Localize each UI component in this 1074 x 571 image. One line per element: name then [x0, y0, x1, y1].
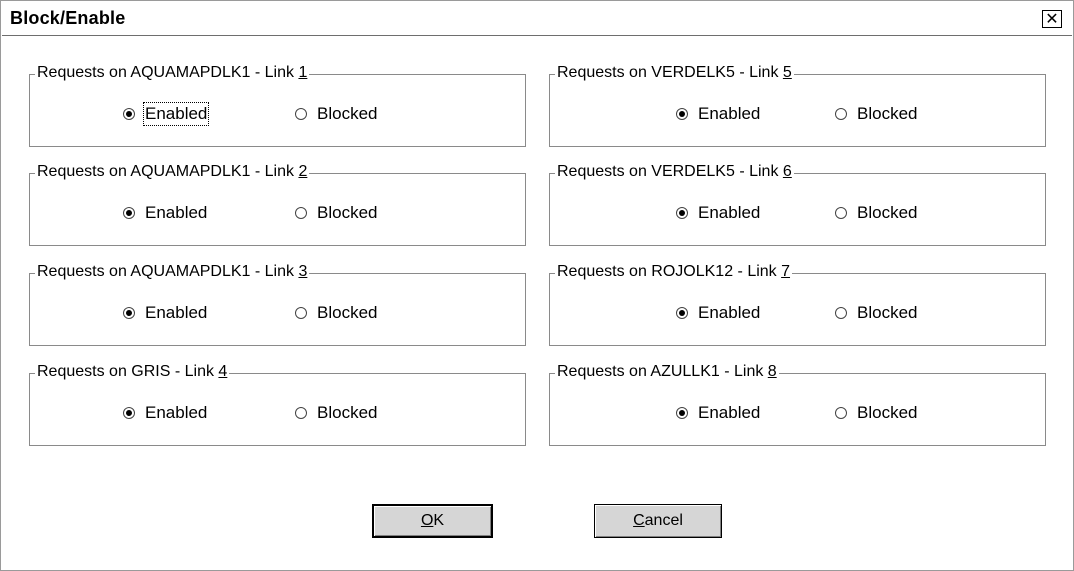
cancel-button[interactable]: Cancel	[594, 504, 722, 538]
enabled-radio[interactable]: Enabled	[123, 203, 207, 223]
radio-button-icon[interactable]	[835, 407, 847, 419]
group-frame	[549, 173, 1046, 246]
group-legend-text: Requests on AQUAMAPDLK1 - Link	[37, 64, 299, 81]
radio-button-icon[interactable]	[295, 307, 307, 319]
group-frame	[29, 373, 526, 446]
group-legend-text: Requests on AZULLK1 - Link	[557, 363, 768, 380]
link-group-6: Requests on VERDELK5 - Link 6 Enabled Bloc…	[549, 163, 1046, 246]
group-frame	[29, 273, 526, 346]
group-legend: Requests on AQUAMAPDLK1 - Link 3	[35, 263, 310, 281]
group-legend: Requests on AQUAMAPDLK1 - Link 1	[35, 64, 310, 82]
enabled-label: Enabled	[698, 203, 761, 222]
blocked-label: Blocked	[317, 203, 378, 222]
blocked-radio[interactable]: Blocked	[295, 303, 377, 323]
group-legend-text: Requests on AQUAMAPDLK1 - Link	[37, 263, 299, 280]
blocked-label: Blocked	[317, 303, 378, 322]
blocked-label: Blocked	[857, 403, 918, 422]
blocked-radio[interactable]: Blocked	[295, 403, 377, 423]
radio-button-icon[interactable]	[123, 307, 135, 319]
blocked-radio[interactable]: Blocked	[835, 203, 917, 223]
group-legend-text: Requests on ROJOLK12 - Link	[557, 263, 782, 280]
link-group-2: Requests on AQUAMAPDLK1 - Link 2 Enabled B…	[29, 163, 526, 246]
link-number: 4	[218, 363, 228, 380]
close-button[interactable]: ✕	[1042, 10, 1062, 28]
radio-button-icon[interactable]	[835, 108, 847, 120]
radio-button-icon[interactable]	[835, 307, 847, 319]
link-number: 3	[298, 263, 308, 280]
enabled-radio[interactable]: Enabled	[123, 102, 210, 126]
radio-button-icon[interactable]	[123, 407, 135, 419]
blocked-radio[interactable]: Blocked	[295, 104, 377, 124]
group-legend-text: Requests on GRIS - Link	[37, 363, 219, 380]
radio-button-icon[interactable]	[676, 207, 688, 219]
link-group-1: Requests on AQUAMAPDLK1 - Link 1 Enabled B…	[29, 64, 526, 147]
blocked-label: Blocked	[317, 403, 378, 422]
enabled-label: Enabled	[145, 403, 208, 422]
enabled-radio[interactable]: Enabled	[676, 104, 760, 124]
enabled-label: Enabled	[698, 303, 761, 322]
link-number: 6	[782, 163, 792, 180]
dialog-title: Block/Enable	[10, 8, 126, 28]
link-number: 2	[298, 163, 308, 180]
enabled-label: Enabled	[145, 203, 208, 222]
link-group-4: Requests on GRIS - Link 4 Enabled Blocked	[29, 363, 526, 446]
link-group-8: Requests on AZULLK1 - Link 8 Enabled Block…	[549, 363, 1046, 446]
close-icon: ✕	[1045, 9, 1059, 28]
enabled-radio[interactable]: Enabled	[676, 203, 760, 223]
radio-button-icon[interactable]	[123, 207, 135, 219]
enabled-label: Enabled	[698, 104, 761, 123]
radio-button-icon[interactable]	[676, 307, 688, 319]
group-legend: Requests on VERDELK5 - Link 6	[555, 163, 794, 181]
group-frame	[549, 273, 1046, 346]
radio-button-icon[interactable]	[835, 207, 847, 219]
enabled-radio[interactable]: Enabled	[123, 403, 207, 423]
enabled-label: Enabled	[145, 303, 208, 322]
group-frame	[549, 74, 1046, 147]
link-number: 7	[781, 263, 791, 280]
blocked-label: Blocked	[857, 104, 918, 123]
enabled-label: Enabled	[142, 102, 210, 126]
radio-button-icon[interactable]	[123, 108, 135, 120]
ok-button[interactable]: OK	[372, 504, 493, 538]
group-legend: Requests on GRIS - Link 4	[35, 363, 230, 381]
ok-mnemonic: O	[420, 512, 434, 529]
group-legend: Requests on AQUAMAPDLK1 - Link 2	[35, 163, 310, 181]
cancel-label-rest: ancel	[644, 512, 683, 529]
link-number: 8	[767, 363, 777, 380]
radio-button-icon[interactable]	[295, 407, 307, 419]
radio-button-icon[interactable]	[295, 207, 307, 219]
group-frame	[29, 173, 526, 246]
block-enable-dialog: Block/Enable ✕ Requests on AQUAMAPDLK1 -…	[0, 0, 1074, 571]
title-bar[interactable]: Block/Enable ✕	[2, 2, 1072, 36]
group-legend-text: Requests on VERDELK5 - Link	[557, 163, 783, 180]
enabled-radio[interactable]: Enabled	[676, 403, 760, 423]
cancel-mnemonic: C	[633, 512, 645, 529]
blocked-label: Blocked	[317, 104, 378, 123]
blocked-radio[interactable]: Blocked	[835, 403, 917, 423]
group-legend: Requests on AZULLK1 - Link 8	[555, 363, 779, 381]
link-number: 5	[782, 64, 792, 81]
radio-button-icon[interactable]	[295, 108, 307, 120]
group-frame	[549, 373, 1046, 446]
enabled-radio[interactable]: Enabled	[123, 303, 207, 323]
group-legend-text: Requests on AQUAMAPDLK1 - Link	[37, 163, 299, 180]
link-group-7: Requests on ROJOLK12 - Link 7 Enabled Bloc…	[549, 263, 1046, 346]
blocked-radio[interactable]: Blocked	[295, 203, 377, 223]
blocked-label: Blocked	[857, 303, 918, 322]
group-frame	[29, 74, 526, 147]
blocked-label: Blocked	[857, 203, 918, 222]
group-legend: Requests on ROJOLK12 - Link 7	[555, 263, 793, 281]
radio-button-icon[interactable]	[676, 407, 688, 419]
group-legend-text: Requests on VERDELK5 - Link	[557, 64, 783, 81]
group-legend: Requests on VERDELK5 - Link 5	[555, 64, 794, 82]
blocked-radio[interactable]: Blocked	[835, 303, 917, 323]
blocked-radio[interactable]: Blocked	[835, 104, 917, 124]
enabled-radio[interactable]: Enabled	[676, 303, 760, 323]
enabled-label: Enabled	[698, 403, 761, 422]
link-number: 1	[298, 64, 308, 81]
ok-label-rest: K	[433, 512, 445, 529]
link-group-5: Requests on VERDELK5 - Link 5 Enabled Bloc…	[549, 64, 1046, 147]
radio-button-icon[interactable]	[676, 108, 688, 120]
link-group-3: Requests on AQUAMAPDLK1 - Link 3 Enabled B…	[29, 263, 526, 346]
